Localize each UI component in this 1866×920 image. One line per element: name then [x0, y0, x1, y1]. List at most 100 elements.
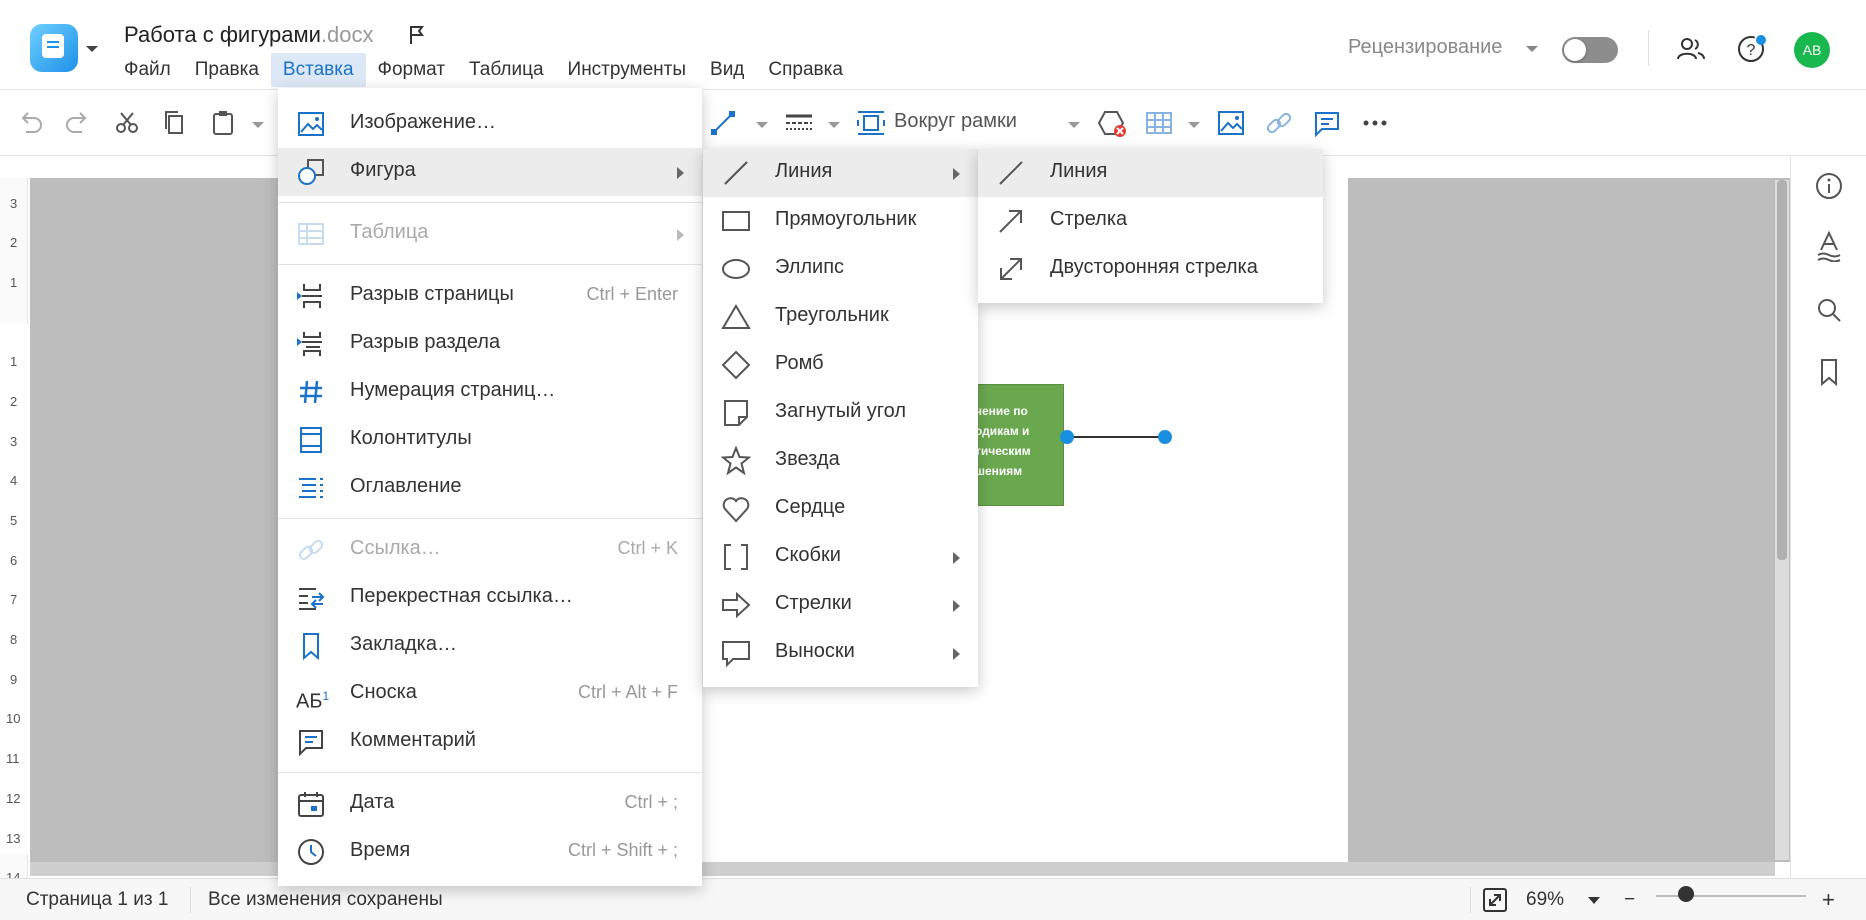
shape-triangle-item[interactable]: Треугольник: [703, 293, 978, 341]
line-end-handle[interactable]: [1158, 430, 1172, 444]
menu-tools[interactable]: Инструменты: [556, 53, 698, 87]
fit-page-icon[interactable]: [1482, 887, 1508, 913]
toc-item[interactable]: Оглавление: [278, 464, 702, 512]
chevron-down-icon[interactable]: [86, 46, 98, 52]
info-icon[interactable]: [1813, 170, 1845, 202]
paste-icon[interactable]: [208, 108, 238, 138]
shape-arrows-item[interactable]: Стрелки: [703, 581, 978, 629]
shape-text-line: одикам и: [975, 424, 1030, 438]
zoom-in-button[interactable]: +: [1822, 887, 1835, 913]
users-icon[interactable]: [1676, 34, 1706, 64]
cross-reference-item[interactable]: Перекрестная ссылка…: [278, 574, 702, 622]
insert-link-item[interactable]: Ссылка… Ctrl + K: [278, 526, 702, 574]
item-label: Двусторонняя стрелка: [1050, 256, 1258, 278]
comment-icon[interactable]: [1312, 108, 1342, 138]
footnote-item[interactable]: АБ1 Сноска Ctrl + Alt + F: [278, 670, 702, 718]
review-toggle[interactable]: [1562, 37, 1618, 63]
arrow-item[interactable]: Стрелка: [978, 197, 1323, 245]
image-icon[interactable]: [1216, 108, 1246, 138]
wrap-icon[interactable]: [856, 108, 886, 138]
bookmark-icon[interactable]: [1813, 356, 1845, 388]
chevron-down-icon[interactable]: [1526, 46, 1538, 52]
line-shape[interactable]: [1066, 436, 1166, 438]
chevron-down-icon[interactable]: [1068, 122, 1080, 128]
menu-insert[interactable]: Вставка: [270, 53, 366, 87]
zoom-level[interactable]: 69%: [1526, 889, 1564, 911]
menu-file[interactable]: Файл: [112, 53, 183, 87]
footnote-icon-sup: 1: [322, 689, 330, 703]
table-icon[interactable]: [1144, 108, 1174, 138]
item-label: Время: [350, 839, 411, 861]
page-break-item[interactable]: Разрыв страницы Ctrl + Enter: [278, 272, 702, 320]
insert-image-item[interactable]: Изображение…: [278, 100, 702, 148]
wrap-dropdown[interactable]: Вокруг рамки: [894, 110, 1017, 133]
item-label: Закладка…: [350, 633, 457, 655]
line-icon: [999, 161, 1023, 185]
bookmark-item[interactable]: Закладка…: [278, 622, 702, 670]
review-mode-dropdown[interactable]: Рецензирование: [1348, 36, 1502, 59]
time-item[interactable]: Время Ctrl + Shift + ;: [278, 828, 702, 876]
menu-view[interactable]: Вид: [698, 53, 756, 87]
item-label: Ромб: [775, 352, 824, 374]
flag-icon[interactable]: [408, 25, 426, 45]
line-style-icon[interactable]: [784, 108, 814, 138]
headers-footers-item[interactable]: Колонтитулы: [278, 416, 702, 464]
text-style-icon[interactable]: [1813, 230, 1845, 262]
rectangle-icon: [722, 211, 750, 231]
delete-shape-icon[interactable]: [1096, 108, 1126, 138]
line-start-handle[interactable]: [1060, 430, 1074, 444]
document-extension: .docx: [320, 22, 374, 47]
ruler-number: 2: [10, 394, 18, 409]
search-icon[interactable]: [1813, 294, 1845, 326]
menu-format[interactable]: Формат: [366, 53, 458, 87]
shape-line-item[interactable]: Линия: [703, 149, 978, 197]
menu-edit[interactable]: Правка: [183, 53, 271, 87]
chevron-down-icon[interactable]: [756, 122, 768, 128]
section-break-item[interactable]: Разрыв раздела: [278, 320, 702, 368]
app-logo[interactable]: [30, 24, 78, 72]
shape-brackets-item[interactable]: Скобки: [703, 533, 978, 581]
avatar[interactable]: AB: [1794, 32, 1830, 68]
chevron-down-icon[interactable]: [252, 122, 264, 128]
zoom-slider-knob[interactable]: [1678, 886, 1694, 902]
copy-icon[interactable]: [160, 108, 190, 138]
zoom-out-button[interactable]: −: [1624, 889, 1635, 911]
shape-rhombus-item[interactable]: Ромб: [703, 341, 978, 389]
insert-shape-item[interactable]: Фигура: [278, 148, 702, 196]
page-numbers-item[interactable]: Нумерация страниц…: [278, 368, 702, 416]
item-label: Загнутый угол: [775, 400, 907, 422]
vertical-scrollbar[interactable]: [1775, 180, 1789, 860]
cut-icon[interactable]: [112, 108, 142, 138]
item-label: Разрыв раздела: [350, 331, 501, 353]
shape-star-item[interactable]: Звезда: [703, 437, 978, 485]
connector-icon[interactable]: [708, 108, 738, 138]
shape-folded-corner-item[interactable]: Загнутый угол: [703, 389, 978, 437]
chevron-down-icon[interactable]: [1588, 897, 1600, 904]
shape-callouts-item[interactable]: Выноски: [703, 629, 978, 677]
document-title[interactable]: Работа с фигурами.docx: [124, 22, 373, 48]
date-item[interactable]: Дата Ctrl + ;: [278, 780, 702, 828]
scrollbar-thumb[interactable]: [1777, 180, 1787, 560]
chevron-down-icon[interactable]: [828, 122, 840, 128]
redo-icon[interactable]: [62, 108, 92, 138]
item-label: Комментарий: [350, 729, 476, 751]
chevron-down-icon[interactable]: [1188, 122, 1200, 128]
link-icon[interactable]: [1264, 108, 1294, 138]
more-icon[interactable]: [1360, 108, 1390, 138]
menu-divider: [278, 772, 702, 773]
undo-icon[interactable]: [16, 108, 46, 138]
shape-heart-item[interactable]: Сердце: [703, 485, 978, 533]
divider: [190, 887, 191, 913]
ruler-number: 11: [6, 751, 20, 766]
right-panel: [1790, 156, 1866, 878]
shape-ellipse-item[interactable]: Эллипс: [703, 245, 978, 293]
help-icon[interactable]: ?: [1736, 34, 1766, 64]
insert-table-item[interactable]: Таблица: [278, 210, 702, 258]
chevron-right-icon: [953, 600, 960, 612]
line-item[interactable]: Линия: [978, 149, 1323, 197]
menu-table[interactable]: Таблица: [457, 53, 556, 87]
shape-rectangle-item[interactable]: Прямоугольник: [703, 197, 978, 245]
double-arrow-item[interactable]: Двусторонняя стрелка: [978, 245, 1323, 293]
menu-help[interactable]: Справка: [756, 53, 855, 87]
comment-item[interactable]: Комментарий: [278, 718, 702, 766]
